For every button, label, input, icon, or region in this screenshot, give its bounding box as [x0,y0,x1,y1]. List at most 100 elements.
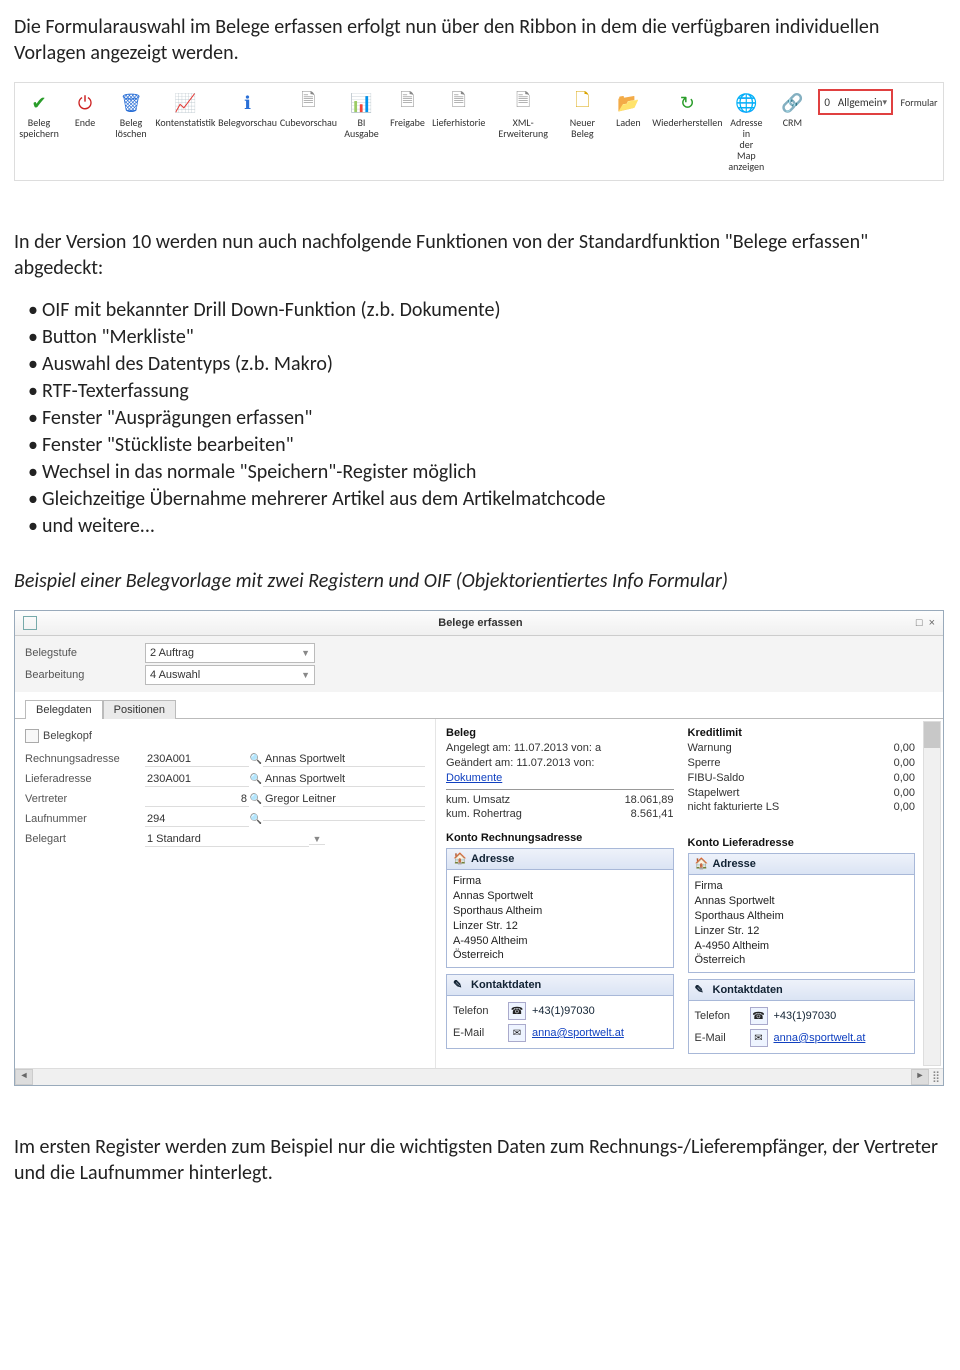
rechnungsadresse-field[interactable]: 230A001 [145,752,249,767]
ribbon-icon: 📊 [349,91,373,115]
close-icon[interactable]: × [929,617,935,629]
address-line: Österreich [453,948,667,963]
bearbeitung-dropdown[interactable]: 4 Auswahl ▼ [145,665,315,685]
scroll-left-icon[interactable]: ◄ [15,1069,33,1085]
ribbon-icon: 🗋 [570,91,594,115]
mail-icon[interactable]: ✉ [508,1024,526,1042]
ribbon-button[interactable]: 📂Laden [606,89,650,130]
app-window: Belege erfassen □ × Belegstufe 2 Auftrag… [14,610,944,1086]
phone-icon[interactable]: ☎ [750,1007,768,1025]
ribbon-label: XML-Erweiterung [491,117,555,139]
intro-para-2: In der Version 10 werden nun auch nachfo… [14,229,944,281]
scroll-right-icon[interactable]: ► [911,1069,929,1085]
ribbon-icon: 🗎 [395,91,419,115]
ribbon-button[interactable]: 🗑Beleglöschen [109,89,153,141]
belegart-label: Belegart [25,833,145,845]
belegart-field[interactable]: 1 Standard [145,832,309,847]
search-icon[interactable]: 🔍 [249,754,263,765]
ribbon-button[interactable]: 🔗CRM [770,89,814,130]
ribbon-button[interactable]: ↻Wiederherstellen [652,89,722,130]
house-icon: 🏠 [695,857,709,871]
ribbon-button[interactable]: 📊BIAusgabe [339,89,383,141]
email-link[interactable]: anna@sportwelt.at [774,1031,866,1046]
laufnummer-label: Laufnummer [25,813,145,825]
tab-positionen[interactable]: Positionen [103,700,176,719]
ribbon-icon: 📈 [173,91,197,115]
ribbon-icon: 🗎 [447,91,471,115]
ribbon-label: Belegvorschau [218,117,277,128]
search-icon[interactable]: 🔍 [249,814,263,825]
search-icon[interactable]: 🔍 [249,794,263,805]
ribbon-button[interactable]: 🗋NeuerBeleg [560,89,604,141]
window-icon [23,616,37,630]
belegstufe-dropdown[interactable]: 2 Auftrag ▼ [145,643,315,663]
vertical-scrollbar[interactable] [923,721,941,1066]
kontakt-panel-rechnung: ✎Kontaktdaten Telefon☎+43(1)97030 E-Mail… [446,974,674,1049]
email-link[interactable]: anna@sportwelt.at [532,1026,624,1041]
laufnummer-field[interactable]: 294 [145,812,249,827]
phone-icon[interactable]: ☎ [508,1002,526,1020]
kredit-row-value: 0,00 [894,741,915,756]
address-line: A-4950 Altheim [453,934,667,949]
chevron-down-icon: ▾ [882,97,887,108]
telefon-value: +43(1)97030 [774,1009,837,1024]
ribbon-button[interactable]: ✔Belegspeichern [17,89,61,141]
kontakt-header: Kontaktdaten [713,984,783,996]
ribbon-button[interactable]: 🗎Freigabe [385,89,429,130]
ribbon-button[interactable]: 🗎 Cubevorschau [279,89,337,130]
kredit-row-value: 0,00 [894,800,915,815]
beleg-changed: Geändert am: 11.07.2013 von: [446,756,594,771]
house-icon: 🏠 [453,852,467,866]
feature-item: OIF mit bekannter Drill Down-Funktion (z… [28,297,944,324]
tab-belegdaten[interactable]: Belegdaten [25,700,103,719]
beleg-header: Beleg [446,727,674,739]
feature-list: OIF mit bekannter Drill Down-Funktion (z… [14,297,944,540]
kredit-row-label: Sperre [688,756,721,771]
rechnungsadresse-label: Rechnungsadresse [25,753,145,765]
ribbon-icon: 🗑 [119,91,143,115]
ribbon-label: Beleglöschen [115,117,146,139]
dokumente-link[interactable]: Dokumente [446,771,502,786]
ribbon-button[interactable]: ⏻Ende [63,89,107,130]
chevron-down-icon: ▼ [301,670,310,680]
group-label: Belegkopf [43,730,92,742]
lieferadresse-field[interactable]: 230A001 [145,772,249,787]
feature-item: Fenster "Ausprägungen erfassen" [28,405,944,432]
ribbon-button[interactable]: 🗎Lieferhistorie [431,89,486,130]
search-icon[interactable]: 🔍 [249,774,263,785]
ribbon-icon: ↻ [675,91,699,115]
kum-rohertrag-value: 8.561,41 [631,807,674,822]
pencil-icon: ✎ [695,983,709,997]
resize-grip-icon[interactable]: ⣿ [929,1070,943,1084]
chevron-down-icon[interactable]: ▼ [309,834,325,845]
ribbon-icon: 🗎 [296,91,320,115]
ribbon-button[interactable]: ℹBelegvorschau [218,89,278,130]
feature-item: und weitere... [28,513,944,540]
address-line: Sporthaus Altheim [453,904,667,919]
rechnungsadresse-desc: Annas Sportwelt [263,752,425,767]
address-line: Firma [695,879,909,894]
intro-para-1: Die Formularauswahl im Belege erfassen e… [14,14,944,66]
bearbeitung-label: Bearbeitung [25,669,145,681]
mail-icon[interactable]: ✉ [750,1029,768,1047]
vertreter-field[interactable]: 8 [145,792,249,807]
bearbeitung-value: 4 Auswahl [150,669,301,681]
ribbon-label: Ende [75,117,95,128]
formular-dropdown[interactable]: 0Allgemein▾ [818,89,893,115]
maximize-icon[interactable]: □ [916,617,923,629]
kontakt-header: Kontaktdaten [471,979,541,991]
window-title: Belege erfassen [45,617,916,629]
ribbon-label: Cubevorschau [280,117,337,128]
ribbon-button[interactable]: 🗎XML-Erweiterung [488,89,558,141]
ribbon-button[interactable]: 📈Kontenstatistik [155,89,216,130]
ribbon-icon: ✔ [27,91,51,115]
horizontal-scrollbar[interactable]: ◄ ► ⣿ [15,1068,943,1085]
feature-item: RTF-Texterfassung [28,378,944,405]
kredit-row-label: Stapelwert [688,786,740,801]
ribbon-icon: 🗎 [511,91,535,115]
kredit-row-value: 0,00 [894,756,915,771]
email-label: E-Mail [695,1031,750,1046]
kum-umsatz-label: kum. Umsatz [446,793,510,808]
kontakt-panel-liefer: ✎Kontaktdaten Telefon☎+43(1)97030 E-Mail… [688,979,916,1054]
ribbon-button[interactable]: 🌐AdresseinderMapanzeigen [724,89,768,174]
